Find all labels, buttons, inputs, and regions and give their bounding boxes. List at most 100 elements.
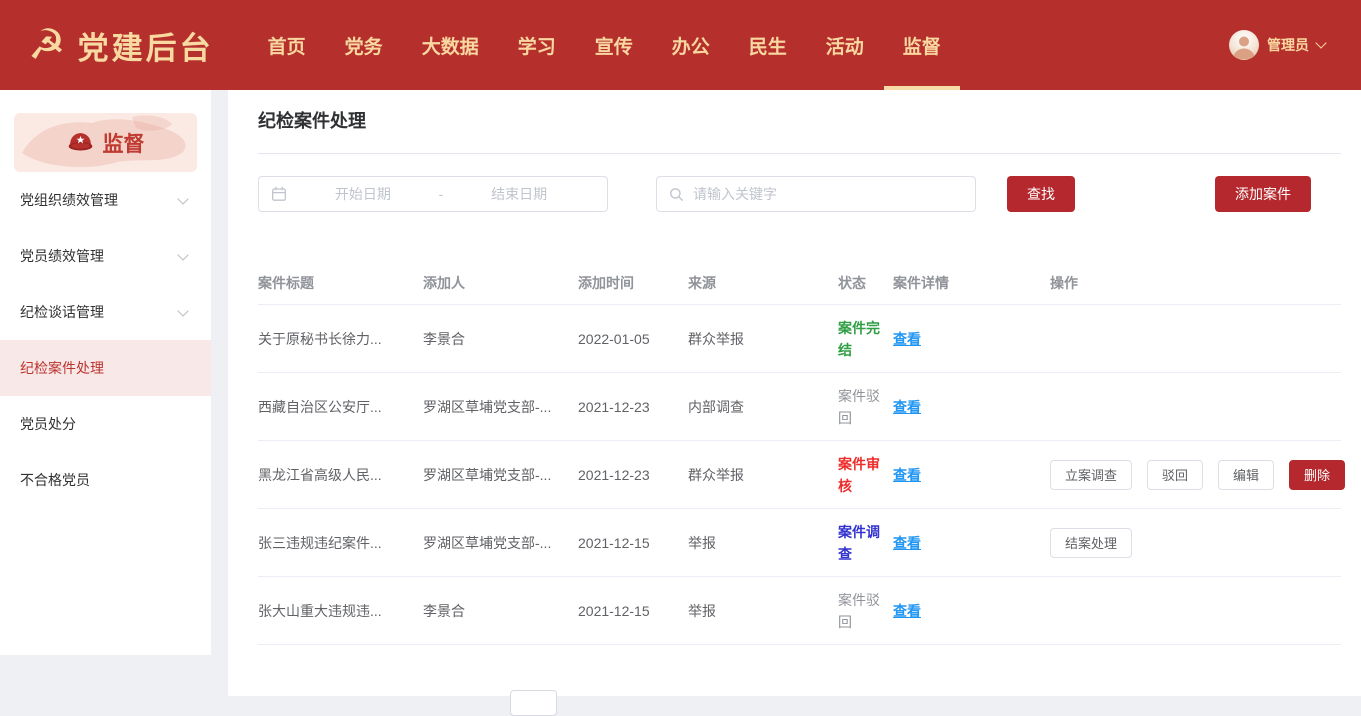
pagination-button[interactable] <box>510 690 557 716</box>
sidebar-item-label: 党员绩效管理 <box>20 246 104 266</box>
page-title: 纪检案件处理 <box>258 107 1341 133</box>
search-icon <box>669 187 684 202</box>
status-badge: 案件驳回 <box>838 385 893 429</box>
time-cell: 2021-12-23 <box>578 467 688 483</box>
nav-item[interactable]: 宣传 <box>595 0 633 90</box>
title-divider <box>258 153 1341 154</box>
sidebar-item-label: 党组织绩效管理 <box>20 190 118 210</box>
chevron-down-icon <box>177 193 188 204</box>
nav-item[interactable]: 大数据 <box>422 0 479 90</box>
nav-item[interactable]: 党务 <box>345 0 383 90</box>
sidebar-item[interactable]: 纪检案件处理 <box>0 340 211 396</box>
time-cell: 2022-01-05 <box>578 331 688 347</box>
search-button[interactable]: 查找 <box>1007 176 1075 212</box>
source-cell: 群众举报 <box>688 465 838 485</box>
app-logo: ☭ 党建后台 <box>28 23 214 68</box>
sidebar-item-label: 纪检案件处理 <box>20 358 104 378</box>
status-cell: 案件审核 <box>838 453 893 497</box>
party-emblem-icon: ☭ <box>28 24 66 66</box>
row-action-button[interactable]: 结案处理 <box>1050 528 1132 558</box>
filter-bar: 开始日期 - 结束日期 查找 添加案件 <box>258 176 1341 212</box>
chevron-down-icon <box>1315 37 1326 48</box>
column-header: 来源 <box>688 273 838 293</box>
detail-cell: 查看 <box>893 465 1050 485</box>
nav-item[interactable]: 监督 <box>903 0 941 90</box>
app-title: 党建后台 <box>78 23 214 68</box>
view-case-link[interactable]: 查看 <box>893 601 921 621</box>
row-action-button[interactable]: 编辑 <box>1218 460 1274 490</box>
source-cell: 内部调查 <box>688 397 838 417</box>
main-content: 纪检案件处理 开始日期 - 结束日期 <box>228 90 1361 696</box>
status-badge: 案件审核 <box>838 453 893 497</box>
table-row: 西藏自治区公安厅...罗湖区草埔党支部-...2021-12-23内部调查案件驳… <box>258 373 1341 441</box>
detail-cell: 查看 <box>893 329 1050 349</box>
sidebar-item[interactable]: 不合格党员 <box>0 452 211 508</box>
sidebar-item[interactable]: 党员绩效管理 <box>0 228 211 284</box>
sidebar-item[interactable]: 纪检谈话管理 <box>0 284 211 340</box>
table-row: 张大山重大违规违...李景合2021-12-15举报案件驳回查看 <box>258 577 1341 645</box>
adder-cell: 李景合 <box>423 329 578 349</box>
case-table: 案件标题添加人添加时间来源状态案件详情操作 关于原秘书长徐力...李景合2022… <box>258 262 1341 645</box>
top-header: ☭ 党建后台 首页党务大数据学习宣传办公民生活动监督 管理员 <box>0 0 1361 90</box>
nav-item[interactable]: 民生 <box>749 0 787 90</box>
table-row: 张三违规违纪案件...罗湖区草埔党支部-...2021-12-15举报案件调查查… <box>258 509 1341 577</box>
chevron-down-icon <box>177 249 188 260</box>
calendar-icon <box>271 186 287 202</box>
status-cell: 案件调查 <box>838 521 893 565</box>
column-header: 添加时间 <box>578 273 688 293</box>
nav-item[interactable]: 办公 <box>672 0 710 90</box>
view-case-link[interactable]: 查看 <box>893 465 921 485</box>
case-title-cell: 关于原秘书长徐力... <box>258 329 423 349</box>
column-header: 添加人 <box>423 273 578 293</box>
table-row: 关于原秘书长徐力...李景合2022-01-05群众举报案件完结查看 <box>258 305 1341 373</box>
source-cell: 群众举报 <box>688 329 838 349</box>
keyword-search-box[interactable] <box>656 176 976 212</box>
sidebar-menu: 党组织绩效管理党员绩效管理纪检谈话管理纪检案件处理党员处分不合格党员 <box>0 172 211 508</box>
detail-cell: 查看 <box>893 601 1050 621</box>
main-nav: 首页党务大数据学习宣传办公民生活动监督 <box>268 0 941 90</box>
nav-item[interactable]: 活动 <box>826 0 864 90</box>
sidebar-item-label: 党员处分 <box>20 414 76 434</box>
adder-cell: 罗湖区草埔党支部-... <box>423 397 578 417</box>
add-case-button[interactable]: 添加案件 <box>1215 176 1311 212</box>
date-range-picker[interactable]: 开始日期 - 结束日期 <box>258 176 608 212</box>
view-case-link[interactable]: 查看 <box>893 329 921 349</box>
adder-cell: 李景合 <box>423 601 578 621</box>
source-cell: 举报 <box>688 533 838 553</box>
time-cell: 2021-12-15 <box>578 603 688 619</box>
case-title-cell: 西藏自治区公安厅... <box>258 397 423 417</box>
status-badge: 案件调查 <box>838 521 893 565</box>
search-input[interactable] <box>691 185 963 203</box>
status-cell: 案件驳回 <box>838 589 893 633</box>
sidebar-banner-title: 监督 <box>103 128 145 158</box>
nav-item[interactable]: 学习 <box>518 0 556 90</box>
user-menu[interactable]: 管理员 <box>1229 30 1325 60</box>
row-action-button[interactable]: 驳回 <box>1147 460 1203 490</box>
chevron-down-icon <box>177 305 188 316</box>
case-title-cell: 张大山重大违规违... <box>258 601 423 621</box>
sidebar-item[interactable]: 党员处分 <box>0 396 211 452</box>
detail-cell: 查看 <box>893 397 1050 417</box>
sidebar-item[interactable]: 党组织绩效管理 <box>0 172 211 228</box>
status-cell: 案件驳回 <box>838 385 893 429</box>
row-action-button[interactable]: 删除 <box>1289 460 1345 490</box>
sidebar-banner: 监督 <box>14 113 197 172</box>
status-cell: 案件完结 <box>838 317 893 361</box>
start-date-placeholder[interactable]: 开始日期 <box>287 184 439 204</box>
case-title-cell: 黑龙江省高级人民... <box>258 465 423 485</box>
row-action-button[interactable]: 立案调查 <box>1050 460 1132 490</box>
end-date-placeholder[interactable]: 结束日期 <box>443 184 595 204</box>
person-icon <box>1229 30 1259 60</box>
time-cell: 2021-12-23 <box>578 399 688 415</box>
column-header: 案件详情 <box>893 273 1050 293</box>
table-header-row: 案件标题添加人添加时间来源状态案件详情操作 <box>258 262 1341 305</box>
avatar <box>1229 30 1259 60</box>
adder-cell: 罗湖区草埔党支部-... <box>423 465 578 485</box>
detail-cell: 查看 <box>893 533 1050 553</box>
time-cell: 2021-12-15 <box>578 535 688 551</box>
view-case-link[interactable]: 查看 <box>893 533 921 553</box>
view-case-link[interactable]: 查看 <box>893 397 921 417</box>
sidebar-item-label: 纪检谈话管理 <box>20 302 104 322</box>
table-body: 关于原秘书长徐力...李景合2022-01-05群众举报案件完结查看西藏自治区公… <box>258 305 1341 645</box>
nav-item[interactable]: 首页 <box>268 0 306 90</box>
